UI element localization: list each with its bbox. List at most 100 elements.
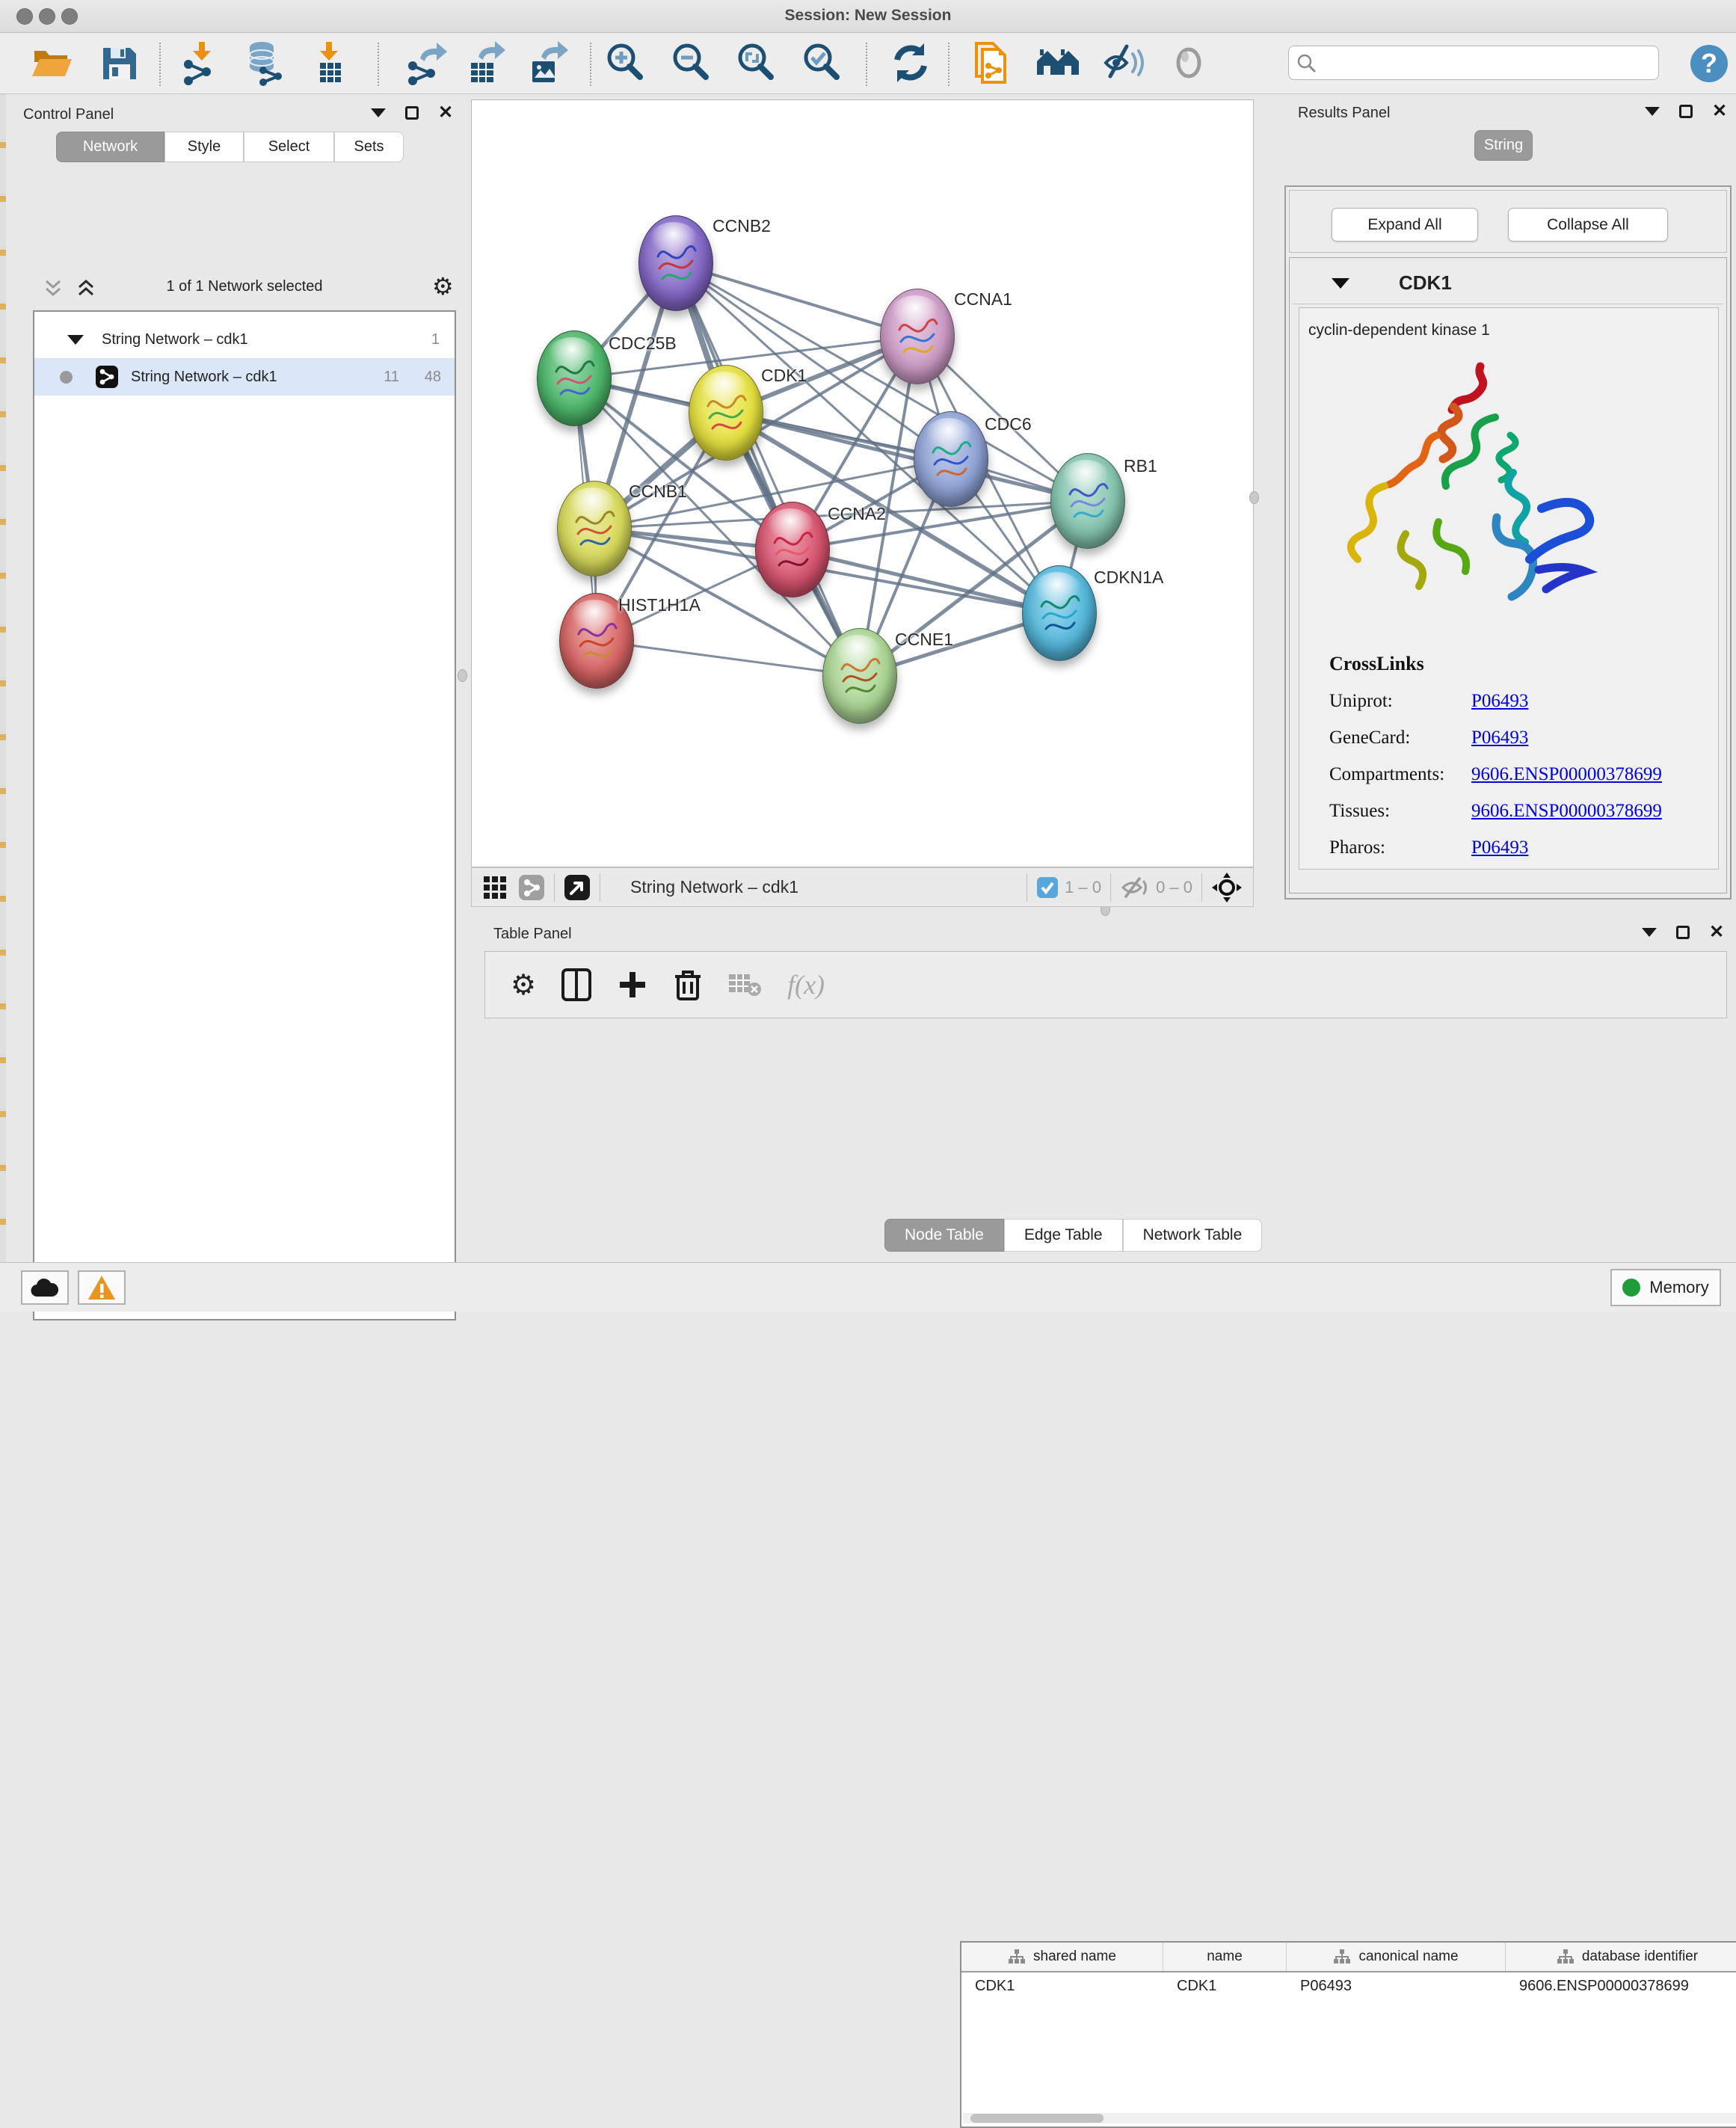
help-button[interactable]: ? <box>1688 43 1730 88</box>
table-horizontal-scrollbar[interactable] <box>963 2113 1736 2124</box>
table-cell[interactable]: 9606.ENSP00000378699 <box>1506 1972 1736 2001</box>
right-splitter-handle[interactable] <box>1249 491 1259 504</box>
panel-float-icon[interactable] <box>1676 926 1690 939</box>
network-node-ccnb2[interactable] <box>638 215 713 311</box>
titlebar: Session: New Session <box>0 0 1736 33</box>
network-node-ccna1[interactable] <box>880 289 955 384</box>
save-session-button[interactable] <box>96 39 144 87</box>
tab-network-table[interactable]: Network Table <box>1123 1219 1263 1252</box>
crosslink-link[interactable]: P06493 <box>1471 691 1528 712</box>
export-image-button[interactable] <box>522 39 570 87</box>
table-row[interactable]: CDK1CDK1P064939606.ENSP00000378699cyclin… <box>961 1972 1736 2001</box>
zoom-selected-icon <box>798 39 846 87</box>
crosslink-link[interactable]: 9606.ENSP00000378699 <box>1471 764 1662 785</box>
document-share-button[interactable] <box>967 39 1015 87</box>
panel-close-icon[interactable]: ✕ <box>438 106 453 120</box>
collection-expand-icon[interactable] <box>67 335 84 345</box>
grid-view-icon[interactable] <box>482 875 508 900</box>
network-node-cdkn1a[interactable] <box>1022 565 1097 661</box>
network-options-gear-icon[interactable]: ⚙ <box>432 272 454 301</box>
crosslink-link[interactable]: P06493 <box>1471 728 1528 748</box>
add-column-icon[interactable] <box>617 969 648 1000</box>
crosslink-label: Pharos: <box>1329 837 1471 858</box>
function-builder-icon[interactable]: f(x) <box>787 969 825 1000</box>
tab-style[interactable]: Style <box>164 132 244 162</box>
delete-table-icon[interactable] <box>727 971 762 998</box>
table-settings-gear-icon[interactable]: ⚙ <box>511 968 536 1002</box>
split-columns-icon[interactable] <box>561 968 591 1001</box>
delete-column-trash-icon[interactable] <box>674 968 702 1002</box>
network-node-cdk1[interactable] <box>689 365 763 461</box>
save-floppy-icon <box>96 39 144 87</box>
network-node-cdc25b[interactable] <box>537 330 612 426</box>
center-view-icon[interactable] <box>1211 872 1243 903</box>
node-label-ccna2: CCNA2 <box>828 504 886 524</box>
gene-description: cyclin-dependent kinase 1 <box>1308 322 1718 339</box>
tab-node-table[interactable]: Node Table <box>884 1219 1004 1252</box>
export-table-button[interactable] <box>461 39 508 87</box>
open-in-window-icon[interactable] <box>564 874 591 901</box>
selected-checkbox-icon[interactable] <box>1036 876 1059 899</box>
network-collection-row[interactable]: String Network – cdk1 1 <box>34 321 455 358</box>
gene-collapse-icon[interactable] <box>1332 278 1349 289</box>
zoom-fit-button[interactable] <box>732 39 780 87</box>
network-node-ccne1[interactable] <box>822 628 897 724</box>
table-cell[interactable]: CDK1 <box>1163 1972 1287 2001</box>
panel-menu-icon[interactable] <box>1642 928 1657 937</box>
open-session-button[interactable] <box>28 39 76 87</box>
tab-network[interactable]: Network <box>56 132 164 162</box>
crosslink-link[interactable]: 9606.ENSP00000378699 <box>1471 801 1662 822</box>
attribute-type-icon <box>1557 1949 1575 1965</box>
import-network-file-button[interactable] <box>176 39 224 87</box>
tab-edge-table[interactable]: Edge Table <box>1004 1219 1123 1252</box>
refresh-button[interactable] <box>887 39 935 87</box>
panel-menu-icon[interactable] <box>371 108 386 117</box>
tab-select[interactable]: Select <box>244 132 334 162</box>
zoom-in-button[interactable] <box>601 39 649 87</box>
export-network-button[interactable] <box>402 39 450 87</box>
table-cell[interactable]: CDK1 <box>961 1972 1163 2001</box>
network-node-ccna2[interactable] <box>755 502 830 597</box>
memory-button[interactable]: Memory <box>1610 1269 1721 1306</box>
network-node-cdc6[interactable] <box>914 411 988 507</box>
cloud-button[interactable] <box>21 1270 69 1305</box>
crosslink-link[interactable]: P06493 <box>1471 837 1528 858</box>
panel-menu-icon[interactable] <box>1645 107 1660 116</box>
scrollbar-thumb[interactable] <box>970 2114 1104 2123</box>
table-cell[interactable]: P06493 <box>1287 1972 1506 2001</box>
network-share-icon[interactable] <box>518 874 545 901</box>
import-table-button[interactable] <box>307 39 354 87</box>
search-input[interactable] <box>1322 49 1651 76</box>
column-header-database-identifier[interactable]: database identifier <box>1506 1943 1736 1971</box>
eye-button[interactable] <box>1165 39 1213 87</box>
network-row-selected[interactable]: String Network – cdk1 11 48 <box>34 358 455 396</box>
houses-icon <box>1034 39 1082 87</box>
tab-sets[interactable]: Sets <box>334 132 404 162</box>
crosslinks-heading: CrossLinks <box>1329 653 1718 675</box>
panel-close-icon[interactable]: ✕ <box>1712 105 1727 118</box>
network-node-rb1[interactable] <box>1050 453 1125 549</box>
panel-float-icon[interactable] <box>1679 105 1693 118</box>
table-header-row: shared namenamecanonical namedatabase id… <box>961 1943 1736 1972</box>
hidden-eye-slash-icon[interactable] <box>1120 876 1150 900</box>
zoom-selected-button[interactable] <box>798 39 846 87</box>
network-selection-status: 1 of 1 Network selected <box>33 278 456 295</box>
tab-string[interactable]: String <box>1474 130 1533 161</box>
expand-all-button[interactable]: Expand All <box>1332 208 1478 242</box>
collapse-all-button[interactable]: Collapse All <box>1508 208 1668 242</box>
import-network-database-button[interactable] <box>239 39 287 87</box>
network-canvas[interactable]: CCNB2 CCNA1 CDC25B CDK1 <box>471 99 1254 867</box>
gene-header-row[interactable]: CDK1 <box>1293 262 1723 304</box>
homes-button[interactable] <box>1034 39 1082 87</box>
column-header-name[interactable]: name <box>1163 1943 1287 1971</box>
left-splitter-handle[interactable] <box>458 669 467 682</box>
hide-glasses-button[interactable] <box>1100 39 1148 87</box>
panel-close-icon[interactable]: ✕ <box>1709 926 1724 939</box>
zoom-out-button[interactable] <box>667 39 715 87</box>
network-node-ccnb1[interactable] <box>557 481 632 576</box>
column-header-shared-name[interactable]: shared name <box>961 1943 1163 1971</box>
warnings-button[interactable] <box>78 1270 126 1305</box>
column-header-canonical-name[interactable]: canonical name <box>1287 1943 1506 1971</box>
panel-float-icon[interactable] <box>405 106 419 120</box>
network-navbar: String Network – cdk1 1 – 0 0 – 0 <box>471 867 1254 907</box>
